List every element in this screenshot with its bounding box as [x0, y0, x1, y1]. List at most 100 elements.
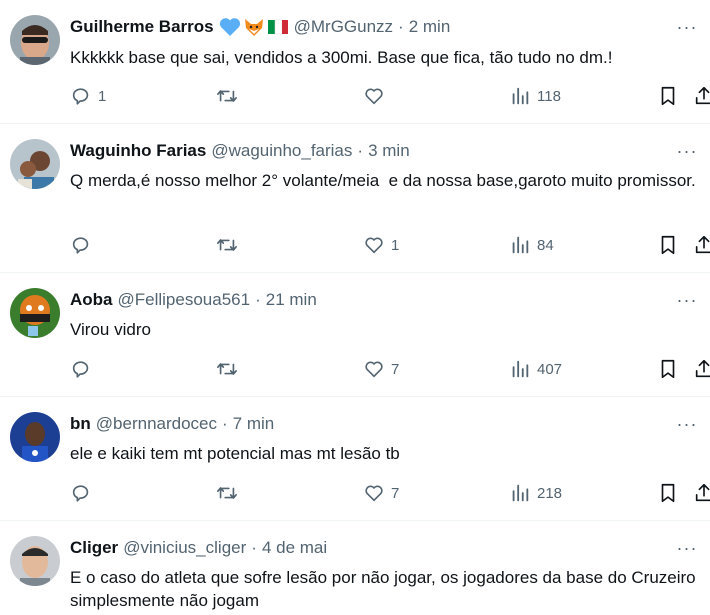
- view-count: 407: [537, 360, 563, 378]
- bookmark-button[interactable]: [657, 482, 679, 504]
- reply-button[interactable]: [70, 482, 98, 504]
- timestamp[interactable]: 4 de mai: [262, 537, 327, 559]
- bookmark-icon: [661, 483, 675, 503]
- italy-flag-emoji-icon: [267, 19, 288, 35]
- avatar[interactable]: [10, 536, 60, 586]
- views-button[interactable]: 84: [509, 234, 554, 256]
- reply-button[interactable]: [70, 234, 98, 256]
- timestamp[interactable]: 2 min: [409, 16, 451, 38]
- tweet-text: Kkkkkk base que sai, vendidos a 300mi. B…: [70, 48, 613, 67]
- views-button[interactable]: 407: [509, 358, 562, 380]
- tweet-actions: 7 407: [70, 358, 710, 380]
- retweet-button[interactable]: [216, 85, 244, 107]
- separator-dot: ·: [255, 290, 261, 309]
- separator-dot: ·: [357, 141, 364, 160]
- separator-dot: ·: [251, 538, 257, 557]
- share-icon: [695, 235, 710, 254]
- tweet-actions: 1 118: [70, 85, 710, 107]
- tweet[interactable]: Guilherme Barros @MrGGunzz · 2 min ··· K…: [0, 0, 710, 124]
- more-options-icon[interactable]: ···: [676, 537, 698, 559]
- tweet-header: Aoba @Fellipesoua561 · 21 min: [70, 289, 317, 311]
- more-options-icon[interactable]: ···: [676, 289, 698, 311]
- separator-dot: ·: [398, 17, 404, 36]
- more-options-icon[interactable]: ···: [676, 413, 698, 435]
- tweet-header: bn @bernnardocec · 7 min: [70, 413, 274, 435]
- share-icon: [695, 483, 710, 502]
- retweet-button[interactable]: [216, 482, 244, 504]
- reply-icon: [72, 237, 89, 254]
- handle[interactable]: @bernnardocec: [96, 413, 217, 435]
- replies-feed: Guilherme Barros @MrGGunzz · 2 min ··· K…: [0, 0, 710, 615]
- share-button[interactable]: [693, 234, 710, 256]
- tweet[interactable]: Waguinho Farias @waguinho_farias · 3 min…: [0, 124, 710, 273]
- retweet-button[interactable]: [216, 358, 244, 380]
- bookmark-icon: [661, 86, 675, 106]
- like-count: 7: [391, 360, 400, 378]
- reply-button[interactable]: [70, 358, 98, 380]
- like-count: 7: [391, 484, 400, 502]
- retweet-icon: [217, 90, 237, 102]
- display-name[interactable]: Guilherme Barros: [70, 16, 214, 38]
- reply-button[interactable]: 1: [70, 85, 106, 107]
- tweet-header: Guilherme Barros @MrGGunzz · 2 min: [70, 16, 450, 38]
- avatar[interactable]: [10, 139, 60, 189]
- like-count: 1: [391, 236, 400, 254]
- display-name[interactable]: Cliger: [70, 537, 118, 559]
- display-name[interactable]: bn: [70, 413, 91, 435]
- share-icon: [695, 86, 710, 105]
- tweet[interactable]: Cliger @vinicius_cliger · 4 de mai ··· E…: [0, 521, 710, 615]
- avatar[interactable]: [10, 288, 60, 338]
- heart-icon: [365, 361, 383, 378]
- heart-icon: [365, 485, 383, 502]
- avatar[interactable]: [10, 15, 60, 65]
- like-button[interactable]: [363, 85, 391, 107]
- like-button[interactable]: 7: [363, 482, 399, 504]
- timestamp[interactable]: 3 min: [368, 140, 410, 162]
- handle[interactable]: @Fellipesoua561: [118, 289, 251, 311]
- tweet-text: E o caso do atleta que sofre lesão por n…: [70, 568, 701, 610]
- views-chart-icon: [512, 87, 529, 105]
- name-emoji-badges: [219, 17, 289, 37]
- tweet-text: Virou vidro: [70, 320, 151, 339]
- avatar[interactable]: [10, 412, 60, 462]
- views-chart-icon: [512, 360, 529, 378]
- blue-heart-emoji-icon: [219, 18, 240, 36]
- more-options-icon[interactable]: ···: [676, 16, 698, 38]
- handle[interactable]: @vinicius_cliger: [123, 537, 246, 559]
- heart-icon: [365, 88, 383, 105]
- reply-count: 1: [98, 87, 107, 105]
- view-count: 118: [537, 87, 561, 105]
- reply-icon: [72, 361, 89, 378]
- tweet-header: Cliger @vinicius_cliger · 4 de mai: [70, 537, 327, 559]
- timestamp[interactable]: 21 min: [266, 289, 317, 311]
- view-count: 84: [537, 236, 554, 254]
- share-icon: [695, 359, 710, 378]
- display-name[interactable]: Aoba: [70, 289, 113, 311]
- handle[interactable]: @waguinho_farias: [211, 140, 352, 162]
- bookmark-button[interactable]: [657, 85, 679, 107]
- bookmark-icon: [661, 359, 675, 379]
- bookmark-button[interactable]: [657, 234, 679, 256]
- bookmark-button[interactable]: [657, 358, 679, 380]
- views-chart-icon: [512, 236, 529, 254]
- views-button[interactable]: 218: [509, 482, 562, 504]
- tweet-text: Q merda,é nosso melhor 2° volante/meia e…: [70, 171, 696, 190]
- more-options-icon[interactable]: ···: [676, 140, 698, 162]
- separator-dot: ·: [222, 414, 228, 433]
- handle[interactable]: @MrGGunzz: [294, 16, 393, 38]
- retweet-button[interactable]: [216, 234, 244, 256]
- tweet-actions: 1 84: [70, 234, 710, 256]
- heart-icon: [365, 237, 383, 254]
- like-button[interactable]: 7: [363, 358, 399, 380]
- display-name[interactable]: Waguinho Farias: [70, 140, 206, 162]
- like-button[interactable]: 1: [363, 234, 399, 256]
- tweet-header: Waguinho Farias @waguinho_farias · 3 min: [70, 140, 410, 162]
- share-button[interactable]: [693, 482, 710, 504]
- retweet-icon: [217, 487, 237, 499]
- tweet[interactable]: bn @bernnardocec · 7 min ··· ele e kaiki…: [0, 397, 710, 521]
- tweet[interactable]: Aoba @Fellipesoua561 · 21 min ··· Virou …: [0, 273, 710, 397]
- share-button[interactable]: [693, 358, 710, 380]
- timestamp[interactable]: 7 min: [233, 413, 275, 435]
- views-button[interactable]: 118: [509, 85, 561, 107]
- share-button[interactable]: [693, 85, 710, 107]
